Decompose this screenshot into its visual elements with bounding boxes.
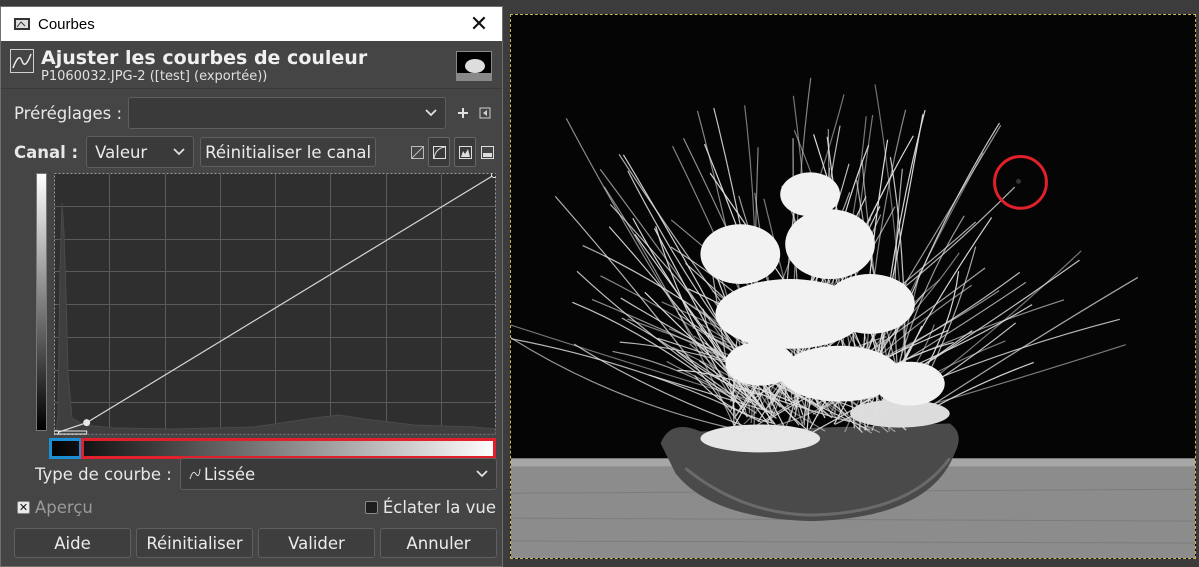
curve-icon: [10, 49, 34, 73]
presets-row: Préréglages :: [1, 96, 502, 130]
curve-type-value: Lissée: [203, 464, 256, 484]
gimp-app-icon: [12, 15, 32, 33]
curves-dialog: Courbes ✕ Ajuster les courbes de couleur…: [0, 6, 503, 567]
reset-button[interactable]: Réinitialiser: [136, 528, 253, 558]
close-icon: ✕: [469, 11, 489, 36]
preset-menu-button[interactable]: [474, 98, 496, 128]
curve-type-label: Type de courbe :: [35, 464, 172, 484]
curve-editor: [34, 173, 496, 463]
histogram-log-button[interactable]: [476, 137, 498, 167]
close-button[interactable]: ✕: [456, 7, 502, 41]
button-row: Aide Réinitialiser Valider Annuler: [1, 527, 502, 559]
split-view-label: Éclater la vue: [382, 497, 496, 517]
photo-grass-pot: [511, 15, 1195, 558]
chevron-down-icon: [476, 466, 488, 482]
dialog-subtitle: P1060032.JPG-2 ([test] (exportée)): [41, 69, 268, 84]
linear-mode-button[interactable]: [406, 137, 428, 167]
linear-mode-icon: [410, 145, 424, 159]
chevron-down-icon: [425, 105, 437, 121]
app-root: Courbes ✕ Ajuster les courbes de couleur…: [0, 0, 1199, 567]
presets-combo[interactable]: [128, 97, 446, 129]
smooth-curve-icon: [189, 468, 201, 480]
input-gradient-bar[interactable]: [49, 438, 496, 459]
image-canvas-area[interactable]: [503, 0, 1199, 567]
log-mode-button[interactable]: [428, 137, 451, 167]
dialog-header: Ajuster les courbes de couleur P1060032.…: [1, 41, 502, 89]
channel-combo[interactable]: Valeur: [86, 136, 195, 168]
help-button[interactable]: Aide: [14, 528, 131, 558]
curve-control-point[interactable]: [491, 173, 497, 178]
presets-label: Préréglages :: [14, 103, 122, 123]
window-title: Courbes: [38, 15, 95, 33]
curve-control-point[interactable]: [83, 419, 91, 427]
curve-type-row: Type de courbe : Lissée: [1, 457, 502, 491]
histogram-linear-button[interactable]: [454, 137, 477, 167]
channel-label: Canal :: [14, 142, 79, 162]
curve-graph[interactable]: [54, 173, 496, 435]
title-bar[interactable]: Courbes ✕: [1, 7, 502, 41]
curve-type-combo[interactable]: Lissée: [179, 458, 497, 490]
chevron-down-icon: [173, 144, 185, 160]
reset-channel-button[interactable]: Réinitialiser le canal: [200, 137, 377, 167]
histogram-icon: [458, 145, 472, 159]
options-row: ✕ Aperçu Éclater la vue: [1, 492, 502, 522]
output-gradient-bar: [36, 173, 47, 431]
dialog-title: Ajuster les courbes de couleur: [41, 47, 368, 69]
add-preset-button[interactable]: [452, 98, 474, 128]
channel-value: Valeur: [95, 142, 148, 162]
preview-checkbox[interactable]: ✕: [17, 500, 30, 514]
plus-icon: [458, 108, 468, 118]
image-canvas[interactable]: [510, 14, 1196, 559]
image-thumbnail: [456, 51, 492, 81]
histogram-log-icon: [480, 145, 494, 159]
cancel-button[interactable]: Annuler: [380, 528, 497, 558]
preview-label: Aperçu: [35, 497, 93, 517]
ok-button[interactable]: Valider: [258, 528, 375, 558]
split-view-checkbox[interactable]: [364, 500, 378, 514]
log-mode-icon: [432, 145, 446, 159]
menu-icon: [479, 107, 491, 119]
channel-row: Canal : Valeur Réinitialiser le canal: [1, 135, 502, 169]
